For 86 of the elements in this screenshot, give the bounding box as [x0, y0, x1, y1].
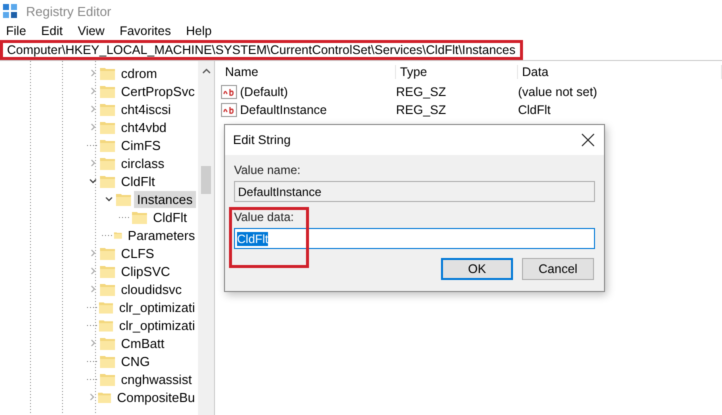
tree-connector	[86, 306, 99, 308]
chevron-right-icon[interactable]	[89, 249, 97, 257]
menu-item[interactable]: View	[78, 24, 105, 38]
folder-icon	[100, 372, 115, 386]
chevron-right-icon[interactable]	[89, 339, 97, 347]
tree-connector	[102, 234, 114, 236]
value-type: REG_SZ	[396, 103, 448, 117]
tree-item[interactable]: Parameters	[124, 226, 198, 244]
chevron-down-icon[interactable]	[89, 177, 97, 185]
tree-connector	[87, 378, 99, 380]
value-name: DefaultInstance	[240, 103, 327, 117]
field-label: Value data:	[234, 210, 294, 224]
registry-icon	[2, 3, 18, 19]
scrollbar[interactable]	[198, 61, 214, 415]
folder-icon	[100, 282, 115, 296]
dialog-button[interactable]: Cancel	[522, 258, 594, 280]
tree-item[interactable]: CldFlt	[118, 172, 158, 190]
chevron-right-icon[interactable]	[89, 285, 97, 293]
folder-icon	[100, 66, 115, 80]
tree-item[interactable]: cloudidsvc	[118, 280, 185, 298]
tree-item[interactable]: clr_optimizati	[116, 298, 198, 316]
chevron-right-icon[interactable]	[89, 87, 97, 95]
address-bar[interactable]: Computer\HKEY_LOCAL_MACHINE\SYSTEM\CurrentControlSet\Services\CldFlt\Instances	[0, 40, 523, 60]
tree-item[interactable]: circlass	[118, 154, 168, 172]
tree-connector	[86, 324, 99, 326]
value-type: REG_SZ	[396, 85, 448, 99]
dialog-title: Edit String	[233, 133, 291, 147]
folder-icon	[100, 246, 115, 260]
tree-connector	[87, 360, 99, 362]
folder-icon	[99, 300, 114, 314]
window-title: Registry Editor	[26, 4, 112, 18]
tree-item[interactable]: CompositeBu	[114, 388, 198, 406]
chevron-right-icon[interactable]	[89, 159, 97, 167]
tree-item[interactable]: cnghwassist	[118, 370, 195, 388]
tree-item[interactable]: cdrom	[118, 64, 160, 82]
tree-item[interactable]: Instances	[134, 190, 196, 208]
folder-icon	[100, 84, 115, 98]
tree-item[interactable]: cht4vbd	[118, 118, 170, 136]
chevron-right-icon[interactable]	[89, 69, 97, 77]
tree-item[interactable]: CLFS	[118, 244, 158, 262]
value-data: (value not set)	[518, 85, 598, 99]
tree-item[interactable]: clr_optimizati	[116, 316, 198, 334]
menu-item[interactable]: Favorites	[120, 24, 171, 38]
value-name-field[interactable]: DefaultInstance	[234, 181, 595, 202]
string-value-icon	[221, 103, 237, 117]
chevron-right-icon[interactable]	[89, 123, 97, 131]
tree-item[interactable]: ClipSVC	[118, 262, 174, 280]
menu-item[interactable]: File	[6, 24, 26, 38]
folder-icon	[100, 102, 115, 116]
folder-icon	[116, 192, 131, 206]
field-label: Value name:	[234, 163, 300, 177]
menu-item[interactable]: Help	[186, 24, 212, 38]
close-button[interactable]	[580, 132, 596, 148]
value-data-field[interactable]: CldFlt	[234, 228, 595, 249]
string-value-icon	[221, 85, 237, 99]
folder-icon	[100, 138, 115, 152]
tree-item[interactable]: cht4iscsi	[118, 100, 174, 118]
chevron-right-icon[interactable]	[88, 393, 96, 401]
chevron-right-icon[interactable]	[89, 105, 97, 113]
folder-icon	[99, 318, 114, 332]
tree-item[interactable]: CimFS	[118, 136, 164, 154]
column-header[interactable]: Data	[518, 65, 722, 79]
folder-icon	[100, 120, 115, 134]
dialog-button[interactable]: OK	[441, 258, 513, 280]
tree-connector	[119, 216, 131, 218]
value-data: CldFlt	[518, 103, 552, 117]
folder-icon	[98, 390, 111, 404]
tree-item[interactable]: CmBatt	[118, 334, 168, 352]
chevron-down-icon[interactable]	[105, 195, 113, 203]
folder-icon	[100, 174, 115, 188]
column-header[interactable]: Type	[396, 65, 518, 79]
tree-connector	[87, 144, 99, 146]
scrollbar-thumb[interactable]	[201, 166, 211, 194]
folder-icon	[132, 210, 147, 224]
tree-item[interactable]: CNG	[118, 352, 153, 370]
column-header[interactable]: Name	[221, 65, 396, 79]
folder-icon	[100, 264, 115, 278]
folder-icon	[100, 156, 115, 170]
folder-icon	[100, 354, 115, 368]
tree-item[interactable]: CldFlt	[150, 208, 190, 226]
chevron-right-icon[interactable]	[89, 267, 97, 275]
value-name: (Default)	[240, 85, 288, 99]
tree-item[interactable]: CertPropSvc	[118, 82, 198, 100]
folder-icon	[100, 336, 115, 350]
scroll-up-icon[interactable]	[202, 68, 210, 74]
menu-item[interactable]: Edit	[41, 24, 63, 38]
